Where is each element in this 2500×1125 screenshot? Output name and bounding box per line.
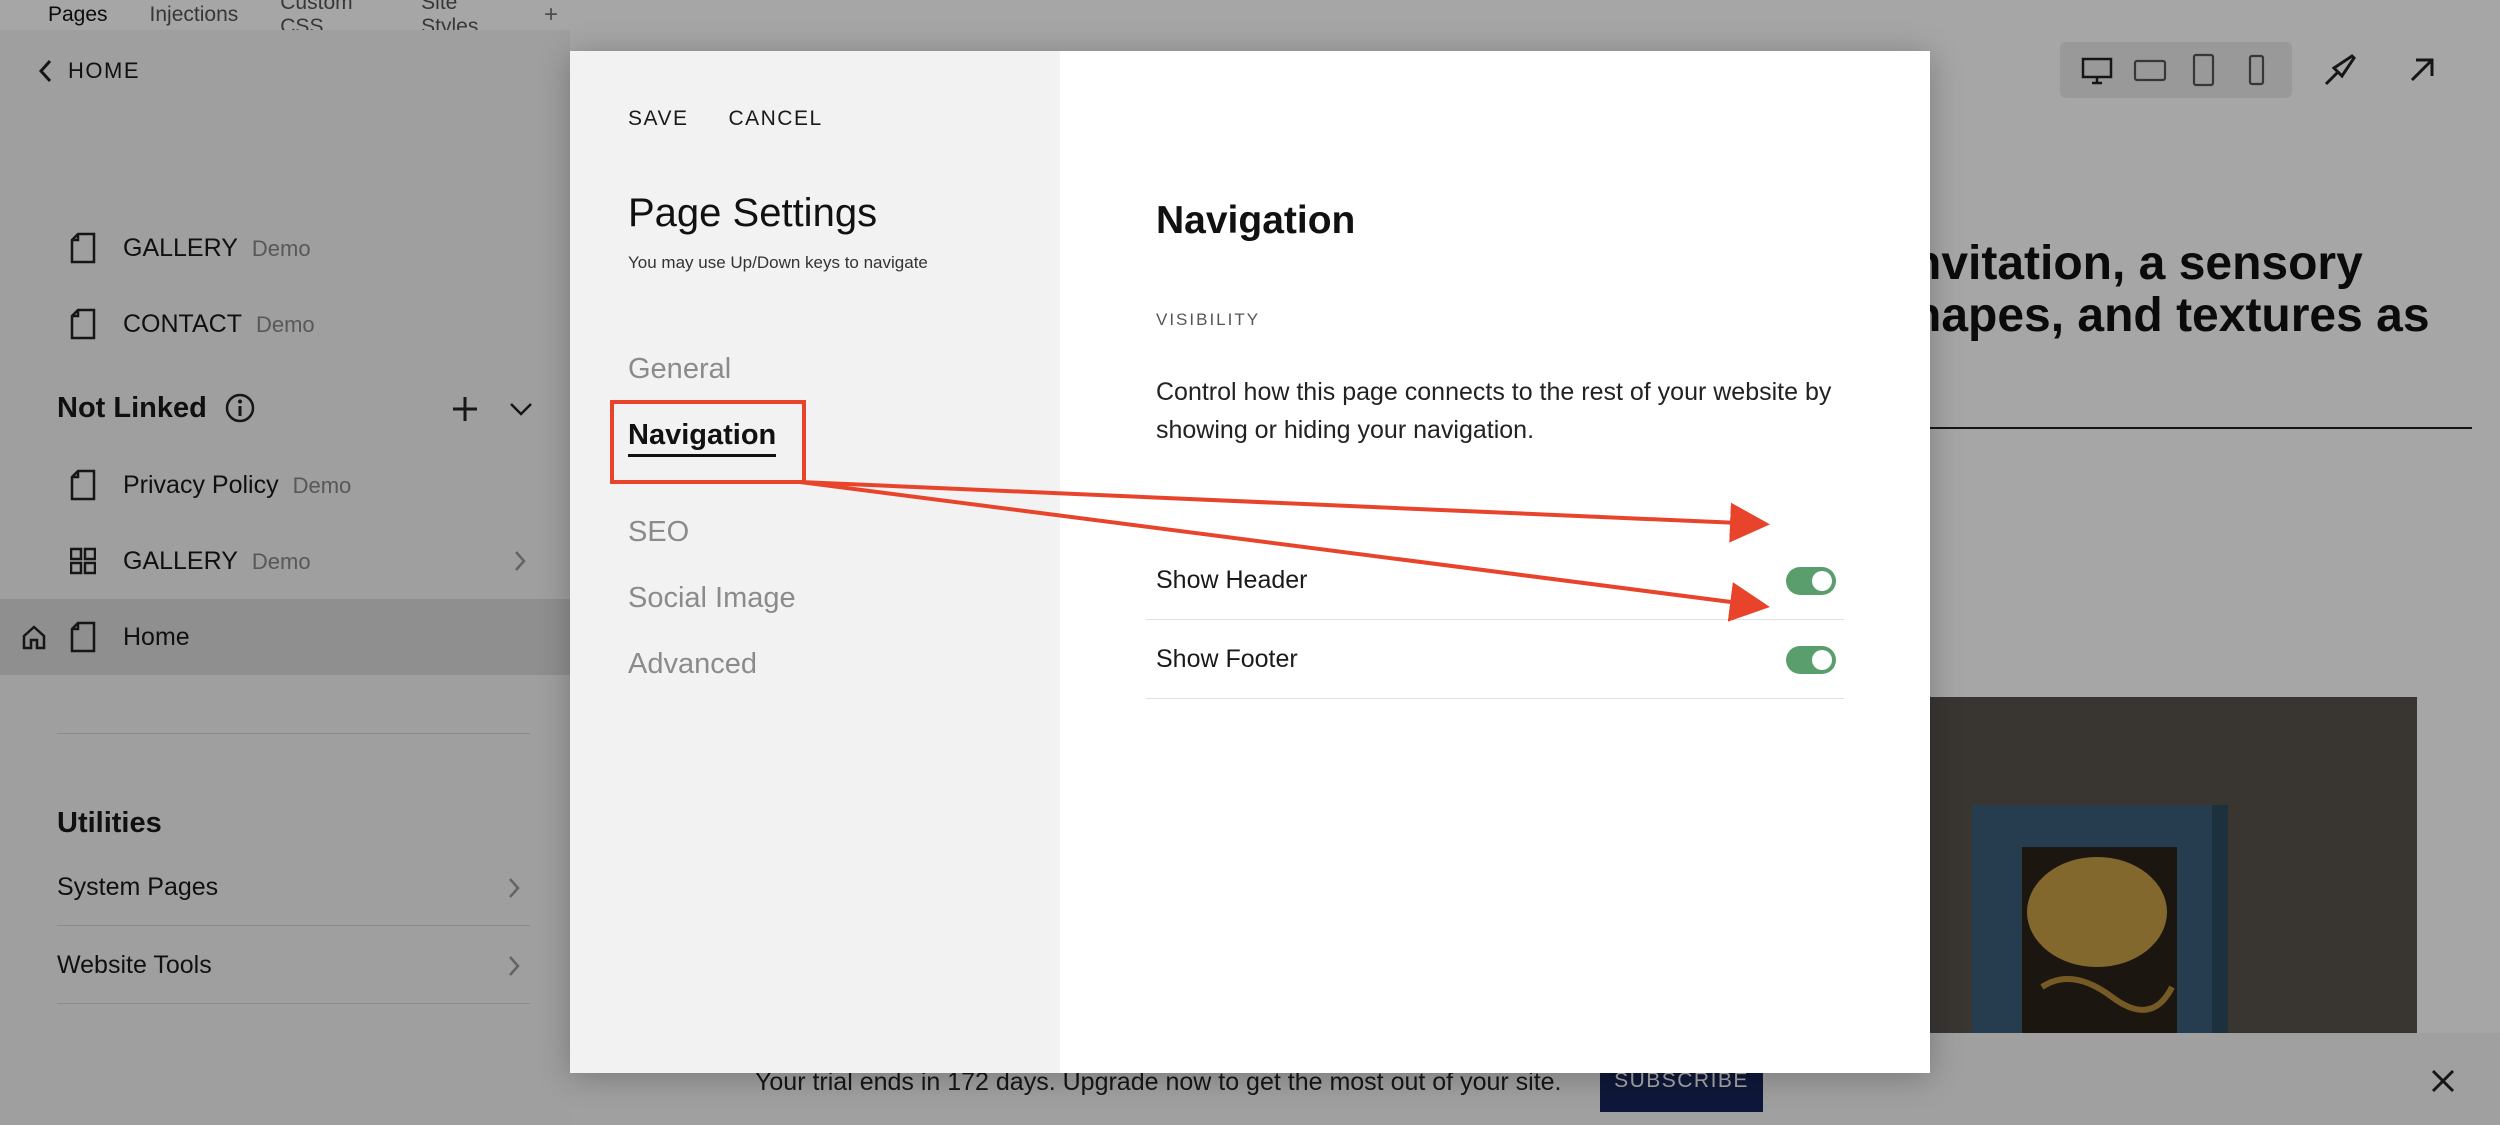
navigation-settings-panel: Navigation VISIBILITY Control how this p… [1060,51,1930,1073]
show-footer-row: Show Footer [1146,621,1844,699]
visibility-description: Control how this page connects to the re… [1156,378,1832,444]
settings-menu-panel: SAVE CANCEL Page Settings You may use Up… [570,51,1060,1073]
menu-seo[interactable]: SEO [628,516,689,549]
toggle-knob [1812,649,1832,670]
menu-social-image[interactable]: Social Image [628,582,796,615]
show-header-label: Show Header [1156,566,1308,594]
annotation-highlight-box [610,400,806,484]
page-settings-title: Page Settings [628,191,878,235]
cancel-button[interactable]: CANCEL [728,107,822,131]
menu-general[interactable]: General [628,353,731,386]
menu-advanced[interactable]: Advanced [628,648,757,681]
show-footer-toggle[interactable] [1786,645,1836,674]
show-footer-label: Show Footer [1156,645,1298,673]
toggle-knob [1812,570,1832,591]
visibility-label: VISIBILITY [1156,310,1261,329]
save-button[interactable]: SAVE [628,107,688,131]
keyboard-hint: You may use Up/Down keys to navigate [628,253,928,272]
panel-title: Navigation [1156,199,1356,242]
show-header-row: Show Header [1146,542,1844,620]
page-settings-dialog: SAVE CANCEL Page Settings You may use Up… [570,51,1930,1073]
show-header-toggle[interactable] [1786,566,1836,595]
